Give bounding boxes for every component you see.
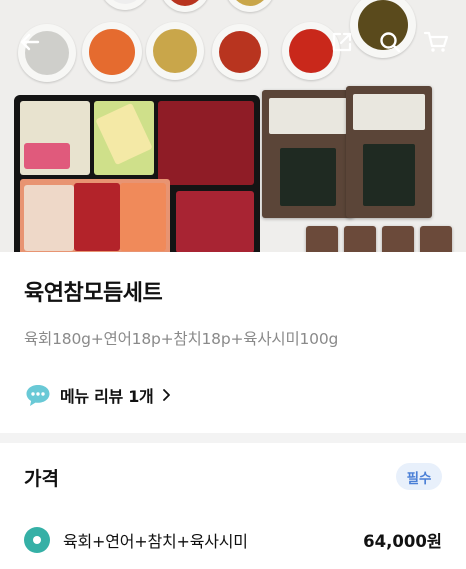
cart-icon[interactable] [422, 28, 450, 56]
required-badge: 필수 [396, 463, 442, 490]
sauce-cup [225, 0, 275, 12]
seaweed-pack [346, 86, 432, 218]
seaweed-pack [420, 226, 452, 252]
seaweed-pack [382, 226, 414, 252]
food-tray [14, 95, 260, 252]
seaweed-pack [262, 90, 354, 218]
option-label: 육회+연어+참치+육사시미 [63, 532, 248, 551]
seaweed-pack [344, 226, 376, 252]
speech-bubble-icon [26, 385, 50, 406]
product-description: 육회180g+연어18p+참치18p+육사시미100g [24, 330, 339, 348]
review-link[interactable]: 메뉴 리뷰 1개 [24, 381, 171, 409]
review-label: 메뉴 리뷰 1개 [60, 387, 154, 406]
product-title: 육연참모듬세트 [24, 281, 163, 306]
sauce-cup [146, 22, 204, 80]
search-icon[interactable] [376, 28, 404, 56]
seaweed-pack [306, 226, 338, 252]
sauce-cup [160, 0, 210, 12]
product-photo [0, 0, 466, 252]
price-option[interactable]: 육회+연어+참치+육사시미 64,000원 [24, 524, 442, 556]
white-fish [24, 185, 74, 251]
sauce-cup [100, 0, 150, 10]
section-divider [0, 433, 466, 443]
salmon [120, 183, 166, 251]
back-arrow-icon[interactable] [16, 28, 44, 56]
beef-sashimi [158, 101, 254, 185]
sauce-cup [212, 24, 268, 80]
price-section-heading: 가격 [24, 468, 59, 490]
chevron-right-icon [163, 389, 171, 401]
option-price: 64,000원 [363, 532, 442, 551]
radio-selected-icon[interactable] [24, 527, 50, 553]
beef-tartare [176, 191, 254, 252]
radish-slices [24, 143, 70, 169]
tuna [74, 183, 120, 251]
sauce-cup [82, 22, 142, 82]
share-icon[interactable] [328, 28, 356, 56]
